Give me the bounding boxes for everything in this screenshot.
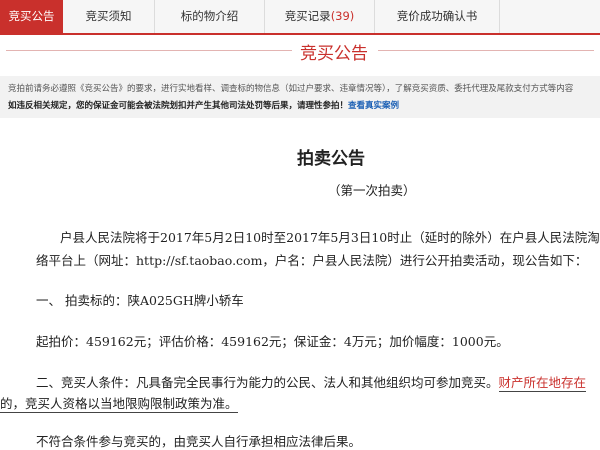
divider-right [378, 50, 594, 51]
section-heading: 竞买公告 [0, 36, 600, 66]
para1-line1: 户县人民法院将于2017年5月2日10时至2017年5月3日10时止（延时的除外… [60, 230, 600, 245]
tab-item-intro[interactable]: 标的物介绍 [155, 0, 265, 33]
bidder-conditions-line2: 的，竞买人资格以当地限购限制政策为准。 [0, 393, 238, 413]
divider-left [6, 50, 292, 51]
view-real-case-link[interactable]: 查看真实案例 [348, 101, 399, 111]
bid-records-count: (39) [330, 9, 355, 23]
doc-subtitle: （第一次拍卖） [328, 183, 416, 198]
tab-bar: 竞买公告 竞买须知 标的物介绍 竞买记录(39) 竞价成功确认书 [0, 0, 600, 35]
bidder-conditions-text: 二、竞买人条件：凡具备完全民事行为能力的公民、法人和其他组织均可参加竞买。 [36, 375, 499, 390]
bidder-conditions-line2-text: 的，竞买人资格以当地限购限制政策为准。 [0, 396, 238, 413]
tab-bidding-notice[interactable]: 竞买须知 [63, 0, 155, 33]
notice-line-2: 如违反相关规定，您的保证金可能会被法院划扣并产生其他司法处罚等后果，请理性参拍！… [8, 99, 399, 111]
tab-label: 竞买公告 [8, 9, 55, 23]
para1-line2: 络平台上（网址：http://sf.taobao.com，户名：户县人民法院）进… [36, 253, 588, 268]
tab-label: 竞买记录 [284, 9, 331, 23]
tab-label: 竞价成功确认书 [396, 9, 478, 23]
tab-bid-records[interactable]: 竞买记录(39) [265, 0, 375, 33]
auction-item: 一、 拍卖标的：陕A025GH牌小轿车 [36, 293, 244, 308]
tab-announcement[interactable]: 竞买公告 [0, 0, 63, 33]
bidder-conditions-highlight: 财产所在地存在 [498, 375, 587, 392]
notice-warning: 如违反相关规定，您的保证金可能会被法院划扣并产生其他司法处罚等后果，请理性参拍！ [8, 101, 349, 111]
risk-notice: 竞拍前请务必遵照《竞买公告》的要求，进行实地看样、调查标的物信息（如过户要求、违… [0, 76, 600, 118]
bidder-conditions: 二、竞买人条件：凡具备完全民事行为能力的公民、法人和其他组织均可参加竞买。财产所… [36, 372, 587, 392]
tab-label: 竞买须知 [85, 9, 132, 23]
tab-label: 标的物介绍 [180, 9, 239, 23]
disqualification-note: 不符合条件参与竞买的，由竞买人自行承担相应法律后果。 [36, 434, 362, 449]
price-info: 起拍价：459162元；评估价格：459162元；保证金：4万元；加价幅度：10… [36, 334, 509, 349]
notice-line-1: 竞拍前请务必遵照《竞买公告》的要求，进行实地看样、调查标的物信息（如过户要求、违… [8, 84, 574, 94]
doc-title: 拍卖公告 [297, 149, 365, 169]
section-title: 竞买公告 [300, 44, 368, 64]
tab-confirmation[interactable]: 竞价成功确认书 [375, 0, 500, 33]
